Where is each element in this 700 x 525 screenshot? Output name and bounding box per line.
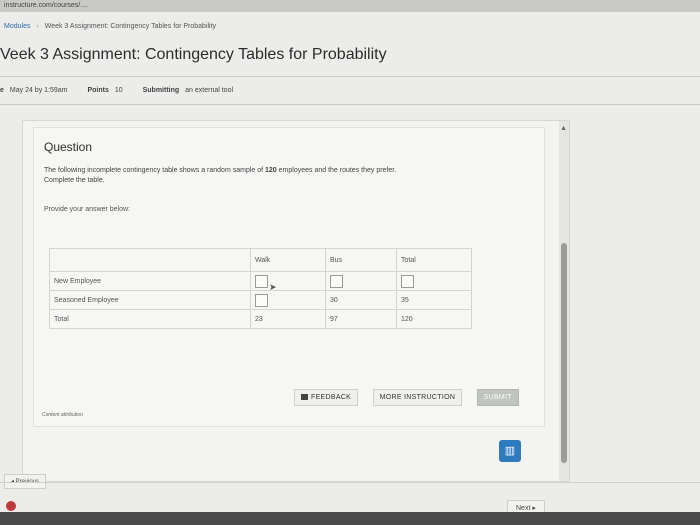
seasoned-total-value: 35 [396,290,472,310]
feedback-icon [301,394,308,401]
chat-icon[interactable]: ▥ [499,440,521,462]
provide-answer-label: Provide your answer below: [44,206,130,213]
due-value: May 24 by 1:59am [9,87,68,94]
points-label: Points [87,87,109,94]
column-header-blank [49,248,251,272]
breadcrumb-separator: › [36,23,39,30]
row-label-new-employee: New Employee [49,271,251,291]
feedback-button[interactable]: FEEDBACK [294,389,359,406]
new-bus-input[interactable] [330,274,343,288]
column-header-bus: Bus [325,248,397,272]
seasoned-walk-cell [250,290,326,310]
page-title: Veek 3 Assignment: Contingency Tables fo… [0,46,387,63]
total-bus-value: 97 [325,309,397,329]
question-sample-size: 120 [265,167,277,174]
submitting: Submitting an external tool [143,87,233,94]
question-instruction: Complete the table. [44,177,105,184]
grand-total-value: 120 [396,309,472,329]
table-row: Seasoned Employee 30 35 [49,290,472,310]
question-heading: Question [44,140,93,154]
assignment-page: Modules › Week 3 Assignment: Contingency… [0,12,700,516]
submitting-label: Submitting [142,87,180,94]
app-icon [6,501,16,511]
new-bus-cell [325,271,397,291]
column-header-total: Total [396,248,472,272]
question-card: Question The following incomplete contin… [33,127,545,427]
table-row: Total 23 97 120 [49,309,472,329]
action-buttons: FEEDBACK MORE INSTRUCTION SUBMIT [294,386,529,406]
points: Points 10 [87,87,124,94]
feedback-label: FEEDBACK [311,394,352,401]
due-date: e May 24 by 1:59am [0,87,69,94]
due-label: e [0,87,4,94]
question-text: The following incomplete contingency tab… [44,166,494,186]
new-walk-input[interactable] [255,274,268,288]
scrollbar-thumb[interactable] [561,243,567,463]
new-total-cell [396,271,472,291]
frame-scrollbar[interactable]: ▲ [559,121,569,481]
new-total-input[interactable] [401,274,414,288]
submit-button[interactable]: SUBMIT [476,389,519,406]
row-label-seasoned-employee: Seasoned Employee [49,290,251,310]
breadcrumb-current: Week 3 Assignment: Contingency Tables fo… [44,23,217,30]
assignment-meta: e May 24 by 1:59am Points 10 Submitting an … [0,87,251,94]
row-label-total: Total [49,309,251,329]
column-header-walk: Walk [250,248,326,272]
breadcrumb: Modules › Week 3 Assignment: Contingency… [4,23,216,30]
total-walk-value: 23 [250,309,326,329]
footer-divider [0,482,700,483]
table-header-row: Walk Bus Total [49,248,472,272]
external-tool-frame: ▲ Question The following incomplete cont… [22,120,570,482]
points-value: 10 [114,87,123,94]
scroll-up-arrow-icon[interactable]: ▲ [560,125,567,132]
question-text-part1: The following incomplete contingency tab… [44,167,266,174]
cursor-icon: ➤ [269,282,277,292]
seasoned-walk-input[interactable] [255,293,268,307]
table-row: New Employee [49,271,472,291]
more-instruction-button[interactable]: MORE INSTRUCTION [372,389,463,406]
browser-url-bar[interactable]: instructure.com/courses/.... [0,0,700,12]
breadcrumb-modules-link[interactable]: Modules [4,23,30,30]
meta-divider [0,104,700,105]
screen-bezel [0,512,700,525]
content-attribution-link[interactable]: Content attribution [42,412,83,418]
contingency-table: Walk Bus Total New Employee Seasoned Emp… [49,248,472,329]
new-walk-cell [250,271,326,291]
question-text-part2: employees and the routes they prefer. [276,167,397,174]
seasoned-bus-value: 30 [325,290,397,310]
title-divider [0,76,700,77]
submitting-value: an external tool [185,87,234,94]
